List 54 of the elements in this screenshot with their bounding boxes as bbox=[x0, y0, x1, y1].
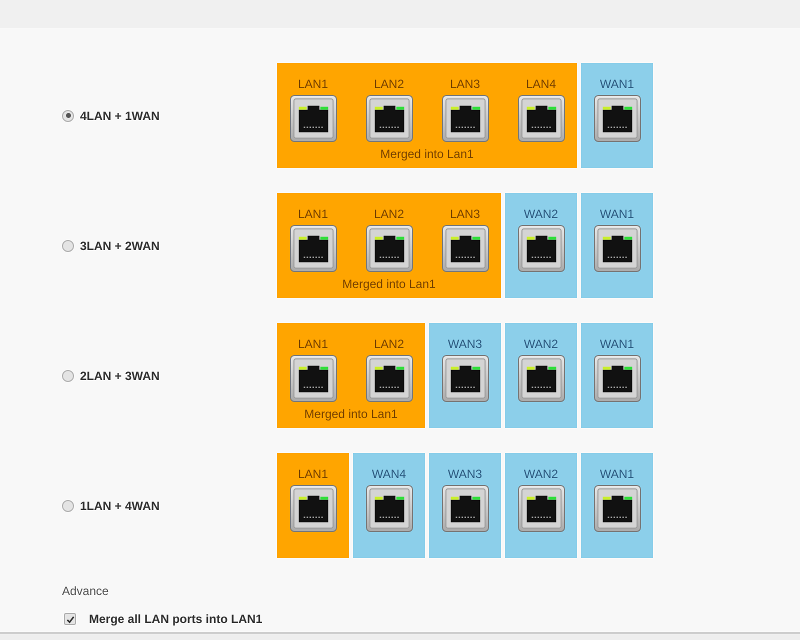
radio-button[interactable] bbox=[62, 240, 74, 252]
port-label: LAN2 bbox=[374, 77, 404, 92]
port-label: WAN2 bbox=[524, 207, 558, 222]
port-label: WAN1 bbox=[600, 207, 634, 222]
ethernet-port-icon bbox=[442, 95, 488, 142]
port-label: WAN3 bbox=[448, 467, 482, 482]
ethernet-port-icon bbox=[518, 355, 564, 402]
ethernet-port-icon bbox=[442, 485, 488, 532]
port-label: LAN3 bbox=[450, 77, 480, 92]
section-title: Advance bbox=[62, 583, 109, 600]
port-label: LAN2 bbox=[374, 337, 404, 352]
ethernet-port-icon bbox=[290, 485, 336, 532]
mode-label: 4LAN + 1WAN bbox=[80, 108, 160, 124]
ethernet-port-icon bbox=[594, 355, 640, 402]
mode-label: 2LAN + 3WAN bbox=[80, 368, 160, 384]
port-label: WAN2 bbox=[524, 467, 558, 482]
checkbox-label: Merge all LAN ports into LAN1 bbox=[89, 611, 262, 628]
port-label: WAN1 bbox=[600, 467, 634, 482]
port-label: LAN2 bbox=[374, 207, 404, 222]
radio-button[interactable] bbox=[62, 110, 74, 122]
ethernet-port-icon bbox=[366, 485, 412, 532]
radio-button[interactable] bbox=[62, 500, 74, 512]
ethernet-port-icon bbox=[594, 485, 640, 532]
port-label: LAN1 bbox=[298, 337, 328, 352]
port-label: LAN1 bbox=[298, 467, 328, 482]
ethernet-port-icon bbox=[290, 95, 336, 142]
port-label: LAN1 bbox=[298, 207, 328, 222]
merged-caption: Merged into Lan1 bbox=[380, 147, 474, 162]
port-label: WAN2 bbox=[524, 337, 558, 352]
ethernet-port-icon bbox=[366, 95, 412, 142]
radio-button[interactable] bbox=[62, 370, 74, 382]
port-label: LAN1 bbox=[298, 77, 328, 92]
checkbox[interactable] bbox=[64, 613, 76, 625]
port-label: WAN1 bbox=[600, 337, 634, 352]
ethernet-port-icon bbox=[594, 225, 640, 272]
merged-caption: Merged into Lan1 bbox=[342, 277, 436, 292]
ethernet-port-icon bbox=[518, 225, 564, 272]
ethernet-port-icon bbox=[518, 95, 564, 142]
ethernet-port-icon bbox=[518, 485, 564, 532]
ethernet-port-icon bbox=[442, 225, 488, 272]
port-label: LAN4 bbox=[526, 77, 556, 92]
ethernet-port-icon bbox=[290, 355, 336, 402]
ethernet-port-icon bbox=[366, 225, 412, 272]
merged-caption: Merged into Lan1 bbox=[304, 407, 398, 422]
port-label: LAN3 bbox=[450, 207, 480, 222]
ethernet-port-icon bbox=[442, 355, 488, 402]
mode-label: 3LAN + 2WAN bbox=[80, 238, 160, 254]
ethernet-port-icon bbox=[366, 355, 412, 402]
mode-label: 1LAN + 4WAN bbox=[80, 498, 160, 514]
port-label: WAN4 bbox=[372, 467, 406, 482]
ethernet-port-icon bbox=[290, 225, 336, 272]
port-label: WAN3 bbox=[448, 337, 482, 352]
ethernet-port-icon bbox=[594, 95, 640, 142]
port-label: WAN1 bbox=[600, 77, 634, 92]
